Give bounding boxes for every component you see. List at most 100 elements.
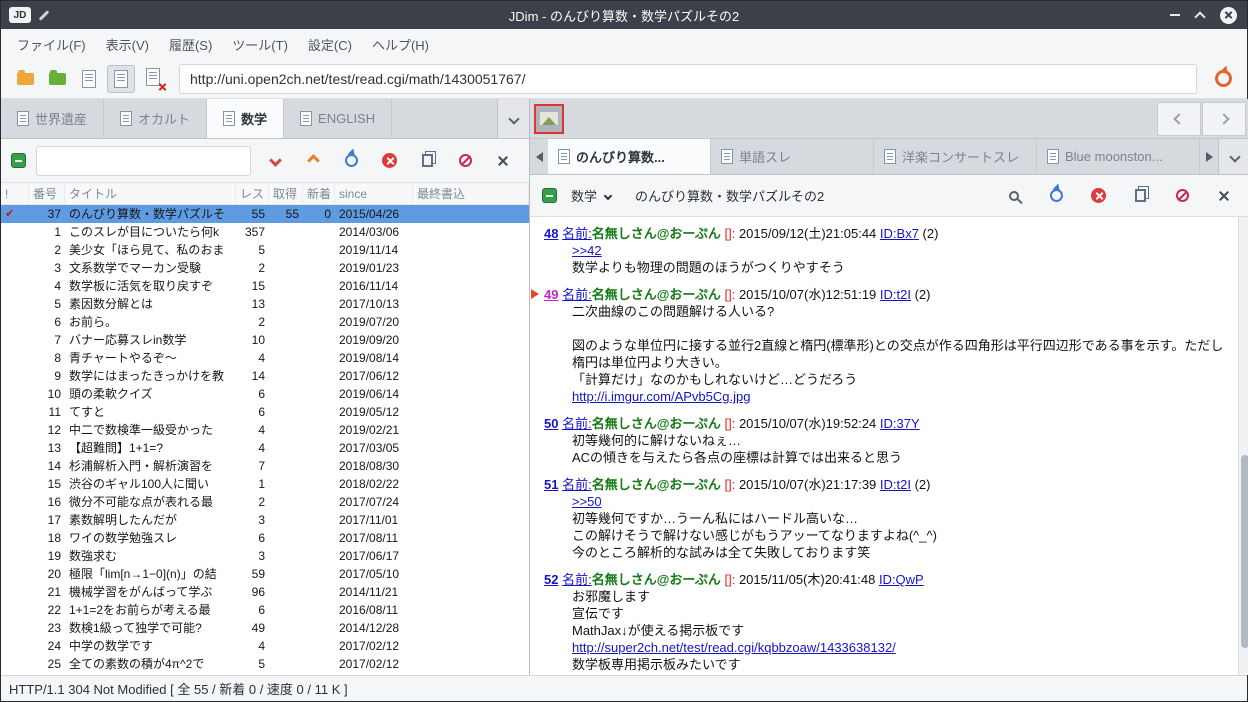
forward-button[interactable] [1202,101,1246,136]
thread-list-row[interactable]: 19 数強求む 3 2017/06/17 [1,547,529,565]
board-tab[interactable]: ENGLISH [284,99,393,138]
abone-button[interactable] [1168,182,1196,210]
post-name-label[interactable]: 名前: [562,287,592,302]
board-tab-dropdown-button[interactable] [497,99,529,138]
thread-list-row[interactable]: 1 このスレが目についたら何k 357 2014/03/06 [1,223,529,241]
reload-url-button[interactable] [1209,65,1237,93]
post-id-link[interactable]: ID:37Y [880,416,920,431]
thread-tab[interactable]: 洋楽コンサートスレ [874,139,1037,174]
thread-tab[interactable]: Blue moonston... [1037,139,1200,174]
thread-list-row[interactable]: 17 素数解明したんだが 3 2017/11/01 [1,511,529,529]
scrollbar-thumb[interactable] [1241,455,1248,648]
thread-list-row[interactable]: 4 数学板に活気を取り戻すぞ 15 2016/11/14 [1,277,529,295]
post-name-label[interactable]: 名前: [562,477,592,492]
menu-item[interactable]: 履歴(S) [159,31,222,58]
column-header[interactable]: レス [236,183,269,204]
post-link[interactable]: http://i.imgur.com/APvb5Cg.jpg [572,389,750,404]
thread-list-row[interactable]: 3 文系数学でマーカン受験 2 2019/01/23 [1,259,529,277]
menu-item[interactable]: 設定(C) [298,31,362,58]
board-tab[interactable]: 世界遺産 [1,99,105,138]
thread-list-row[interactable]: 7 バナー応募スレin数学 10 2019/09/20 [1,331,529,349]
stop-button[interactable] [375,147,403,175]
post-id-link[interactable]: ID:t2I [880,477,911,492]
menu-item[interactable]: ファイル(F) [7,31,96,58]
thread-tab[interactable]: のんびり算数... [548,139,711,174]
post-id-link[interactable]: ID:Bx7 [880,226,919,241]
close-icon[interactable] [1220,6,1237,24]
column-header[interactable]: 番号 [29,183,65,204]
column-header[interactable]: 最終書込 [413,183,529,204]
thread-list-row[interactable]: ✔ 37 のんびり算数・数学パズルそ 55 55 0 2015/04/26 [1,205,529,223]
search-prev-button[interactable] [299,147,327,175]
post-number-link[interactable]: 48 [544,226,558,241]
post-link[interactable]: >>42 [572,243,602,258]
thread-list-row[interactable]: 2 美少女「ほら見て、私のおま 5 2019/11/14 [1,241,529,259]
post-link[interactable]: >>50 [572,494,602,509]
post-name-label[interactable]: 名前: [562,572,592,587]
post-link[interactable]: http://super2ch.net/test/read.cgi/kqbbzo… [572,640,896,655]
post-name-label[interactable]: 名前: [562,226,592,241]
scroll-tabs-right-button[interactable] [1200,139,1218,174]
column-header[interactable]: 取得 [269,183,303,204]
post-number-link[interactable]: 50 [544,416,558,431]
url-input[interactable] [179,63,1197,94]
menu-item[interactable]: ヘルプ(H) [362,31,439,58]
thread-list-row[interactable]: 15 渋谷のギャル100人に聞い 1 2018/02/22 [1,475,529,493]
thread-list-row[interactable]: 20 極限「lim[n→1−0](n)」の結 59 2017/05/10 [1,565,529,583]
copy-button[interactable] [1126,182,1154,210]
thread-tab[interactable]: 単語スレ [711,139,874,174]
back-button[interactable] [1157,101,1201,136]
image-view-button[interactable] [139,65,167,93]
menu-item[interactable]: ツール(T) [222,31,298,58]
post-number-link[interactable]: 49 [544,287,558,302]
menu-item[interactable]: 表示(V) [96,31,159,58]
board-tab[interactable]: オカルト [104,99,208,138]
copy-button[interactable] [413,147,441,175]
column-header[interactable]: ! [1,183,29,204]
thread-list-row[interactable]: 25 全ての素数の積が4π^2で 5 2017/02/12 [1,655,529,673]
thread-list-row[interactable]: 23 数検1級って独学で可能? 49 2014/12/28 [1,619,529,637]
maximize-icon[interactable] [1194,11,1206,23]
thread-list-row[interactable]: 5 素因数分解とは 13 2017/10/13 [1,295,529,313]
thread-list-row[interactable]: 6 お前ら。 2 2019/07/20 [1,313,529,331]
thread-list-row[interactable]: 11 てすと 6 2019/05/12 [1,403,529,421]
thread-list-row[interactable]: 16 微分不可能な点が表れる最 2 2017/07/24 [1,493,529,511]
reload-list-button[interactable] [337,147,365,175]
thread-search-input[interactable] [36,145,251,176]
thread-list-row[interactable]: 18 ワイの数学勉強スレ 6 2017/08/11 [1,529,529,547]
search-next-button[interactable] [261,147,289,175]
favorites-button[interactable] [43,65,71,93]
close-tab-button[interactable] [1210,182,1238,210]
post-name-label[interactable]: 名前: [562,416,592,431]
thread-view-button[interactable] [107,64,135,93]
thread-list-row[interactable]: 12 中二で数検準一級受かった 4 2019/02/21 [1,421,529,439]
scroll-tabs-left-button[interactable] [530,139,548,174]
minimize-icon[interactable] [1170,14,1180,16]
stop-button[interactable] [1084,182,1112,210]
abone-button[interactable] [451,147,479,175]
close-tab-button[interactable] [489,147,517,175]
column-header[interactable]: 新着 [303,183,335,204]
thread-list-row[interactable]: 24 中学の数学です 4 2017/02/12 [1,637,529,655]
column-header[interactable]: タイトル [65,183,236,204]
post-id-link[interactable]: ID:t2I [880,287,911,302]
column-header[interactable]: since [335,183,413,204]
thread-list-button[interactable] [75,65,103,93]
thread-list-row[interactable]: 22 1+1=2をお前らが考える最 6 2016/08/11 [1,601,529,619]
post-number-link[interactable]: 52 [544,572,558,587]
thread-tab-dropdown-button[interactable] [1218,139,1248,174]
post-number-link[interactable]: 51 [544,477,558,492]
thread-list-row[interactable]: 10 頭の柔軟クイズ 6 2019/06/14 [1,385,529,403]
reload-thread-button[interactable] [1042,182,1070,210]
search-in-thread-button[interactable] [1000,182,1028,210]
vertical-scrollbar[interactable] [1238,217,1248,675]
thread-list-row[interactable]: 9 数学にはまったきっかけを教 14 2017/06/12 [1,367,529,385]
thread-list-row[interactable]: 21 機械学習をがんばって学ぶ 96 2014/11/21 [1,583,529,601]
image-tab[interactable] [534,103,564,134]
board-list-button[interactable] [11,65,39,93]
thread-list-row[interactable]: 8 青チャートやるぞ〜 4 2019/08/14 [1,349,529,367]
post-id-link[interactable]: ID:QwP [879,572,924,587]
board-select[interactable]: 数学 [565,182,617,209]
board-tab[interactable]: 数学 [207,99,285,138]
thread-list-row[interactable]: 13 【超難問】1+1=? 4 2017/03/05 [1,439,529,457]
